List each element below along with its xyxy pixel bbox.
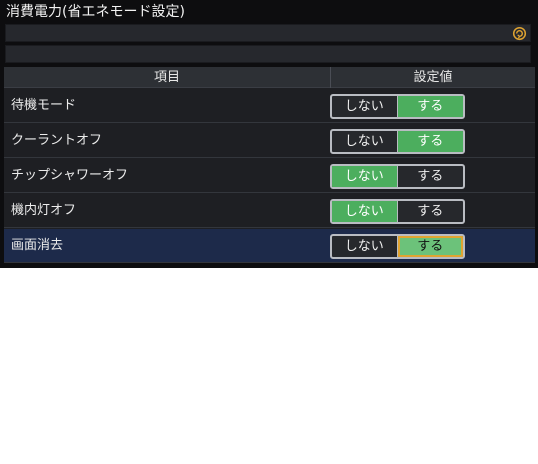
row-label: 機内灯オフ [11,203,77,218]
info-bar [5,45,531,63]
row-label: クーラントオフ [11,133,103,148]
table-header: 項目 設定値 [4,67,535,88]
row-label: 画面消去 [11,238,64,253]
table-row[interactable]: チップシャワーオフ しない する [4,159,535,193]
refresh-circle-icon[interactable] [512,26,527,41]
option-off-button[interactable]: しない [332,96,398,117]
table-row[interactable]: クーラントオフ しない する [4,124,535,158]
table-row[interactable]: 機内灯オフ しない する [4,194,535,228]
table-row[interactable]: 画面消去 しない する [4,229,535,263]
option-on-button[interactable]: する [398,201,464,222]
column-header-value: 設定値 [413,70,453,85]
option-on-button[interactable]: する [398,166,464,187]
option-off-button[interactable]: しない [332,201,398,222]
option-off-button[interactable]: しない [332,131,398,152]
toggle-switch: しない する [330,234,465,259]
page-title: 消費電力(省エネモード設定) [6,4,185,20]
settings-table: 項目 設定値 待機モード しない する クーラントオフ しない する チップシャ… [4,67,535,263]
power-saving-panel: 消費電力(省エネモード設定) 項目 設定値 待機モード しない する クーラント… [0,0,538,268]
option-off-button[interactable]: しない [332,236,398,257]
row-label: チップシャワーオフ [11,168,129,183]
option-on-button[interactable]: する [397,96,463,117]
toggle-switch: しない する [330,129,465,154]
toggle-switch: しない する [330,199,465,224]
column-header-item: 項目 [153,70,180,85]
option-on-button[interactable]: する [397,131,463,152]
toggle-switch: しない する [330,164,465,189]
toggle-switch: しない する [330,94,465,119]
row-label: 待機モード [11,98,77,113]
option-on-button[interactable]: する [397,236,463,257]
option-off-button[interactable]: しない [332,166,398,187]
message-bar [5,24,531,42]
table-row[interactable]: 待機モード しない する [4,89,535,123]
